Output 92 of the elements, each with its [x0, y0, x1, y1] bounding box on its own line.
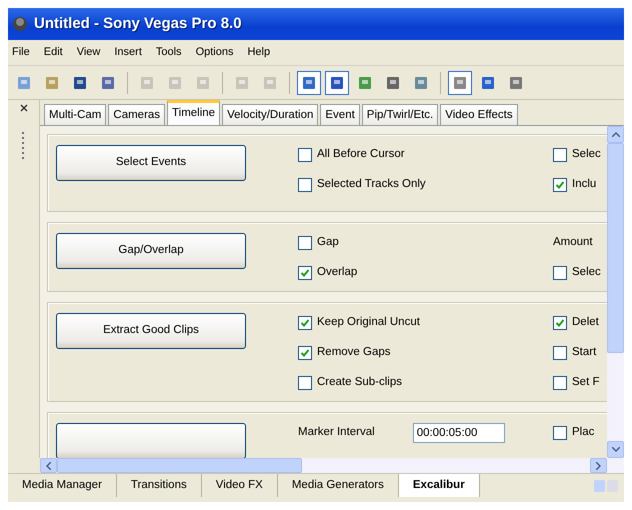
square-icon: [139, 74, 155, 90]
square-icon: [508, 74, 524, 90]
checkbox-label: Gap: [317, 235, 339, 250]
checkbox-label: Keep Original Uncut: [317, 315, 420, 330]
scroll-left-button[interactable]: [40, 458, 57, 473]
checkbox[interactable]: [298, 178, 312, 192]
arrow-right-icon: [596, 462, 601, 470]
square-icon: [357, 74, 373, 90]
arrow-left-icon: [46, 462, 51, 470]
checkbox[interactable]: [298, 376, 312, 390]
checkbox-label: Remove Gaps: [317, 345, 391, 360]
tab[interactable]: Transitions: [116, 474, 202, 498]
window-title: Untitled - Sony Vegas Pro 8.0: [34, 14, 242, 34]
checkbox[interactable]: [298, 148, 312, 162]
check-icon: [555, 180, 565, 190]
tab[interactable]: Media Manager: [8, 474, 117, 498]
tab[interactable]: Multi-Cam: [44, 104, 106, 125]
arrow-down-icon: [612, 447, 620, 452]
tab[interactable]: Excalibur: [398, 474, 480, 498]
field-label: Marker Interval: [298, 425, 375, 440]
check-icon: [300, 268, 310, 278]
menu-item[interactable]: View: [76, 43, 102, 62]
action-button[interactable]: Gap/Overlap: [56, 233, 246, 269]
menu-item[interactable]: Edit: [42, 43, 64, 62]
tab[interactable]: Timeline: [167, 100, 220, 125]
checkbox-label: Create Sub-clips: [317, 375, 402, 390]
square-icon: [385, 74, 401, 90]
toolbar-button[interactable]: [448, 70, 472, 94]
tab[interactable]: Velocity/Duration: [222, 104, 318, 125]
checkbox[interactable]: [553, 346, 567, 360]
square-icon: [16, 74, 32, 90]
scroll-down-button[interactable]: [607, 441, 624, 458]
checkbox[interactable]: [298, 316, 312, 330]
menu-item[interactable]: Insert: [113, 43, 143, 62]
toolbar-button[interactable]: [325, 70, 349, 94]
checkbox[interactable]: [553, 266, 567, 280]
checkbox[interactable]: [553, 178, 567, 192]
action-button[interactable]: [56, 423, 246, 458]
tab[interactable]: Pip/Twirl/Etc.: [362, 104, 438, 125]
square-icon: [329, 74, 345, 90]
grip-icon[interactable]: [22, 132, 25, 162]
menu-item[interactable]: File: [11, 43, 31, 62]
check-icon: [555, 318, 565, 328]
square-icon: [100, 74, 116, 90]
square-icon: [262, 74, 278, 90]
checkbox-label: All Before Cursor: [317, 147, 405, 162]
checkbox[interactable]: [298, 346, 312, 360]
square-icon: [44, 74, 60, 90]
checkbox-label: Overlap: [317, 265, 358, 280]
close-icon[interactable]: [20, 104, 28, 112]
square-icon: [234, 74, 250, 90]
square-icon: [72, 74, 88, 90]
checkbox[interactable]: [553, 148, 567, 162]
square-icon: [167, 74, 183, 90]
check-icon: [300, 318, 310, 328]
scrollbar-thumb[interactable]: [607, 143, 624, 353]
checkbox-label: Delet: [572, 315, 599, 330]
menu-item[interactable]: Options: [194, 43, 234, 62]
app-icon: [12, 16, 28, 32]
arrow-up-icon: [612, 132, 620, 137]
checkbox-label: Selected Tracks Only: [317, 177, 426, 192]
checkbox[interactable]: [553, 316, 567, 330]
checkbox[interactable]: [298, 266, 312, 280]
square-icon: [480, 74, 496, 90]
checkbox-label: Plac: [572, 425, 594, 440]
checkbox-label: Selec: [572, 147, 601, 162]
toolbar-button[interactable]: [297, 70, 321, 94]
checkbox-label: Start: [572, 345, 596, 360]
menu-item[interactable]: Help: [246, 43, 272, 62]
tab[interactable]: Video FX: [202, 474, 278, 498]
tab[interactable]: Event: [320, 104, 360, 125]
checkbox-label: Selec: [572, 265, 601, 280]
checkbox-label: Inclu: [572, 177, 596, 192]
square-icon: [452, 74, 468, 90]
square-icon: [301, 74, 317, 90]
scrollbar-thumb[interactable]: [57, 458, 302, 473]
check-icon: [300, 348, 310, 358]
text-field[interactable]: 00:00:05:00: [412, 423, 505, 443]
menu-item[interactable]: Tools: [154, 43, 183, 62]
checkbox[interactable]: [553, 376, 567, 390]
tab[interactable]: Video Effects: [440, 104, 518, 125]
tab[interactable]: Cameras: [108, 104, 166, 125]
field-label: Amount: [553, 235, 593, 250]
checkbox-label: Set F: [572, 375, 600, 390]
action-button[interactable]: Extract Good Clips: [56, 313, 246, 349]
checkbox[interactable]: [298, 236, 312, 250]
action-button[interactable]: Select Events: [56, 145, 246, 181]
square-icon: [413, 74, 429, 90]
scroll-right-button[interactable]: [590, 458, 607, 473]
checkbox[interactable]: [553, 426, 567, 440]
square-icon: [195, 74, 211, 90]
scroll-up-button[interactable]: [607, 126, 624, 143]
